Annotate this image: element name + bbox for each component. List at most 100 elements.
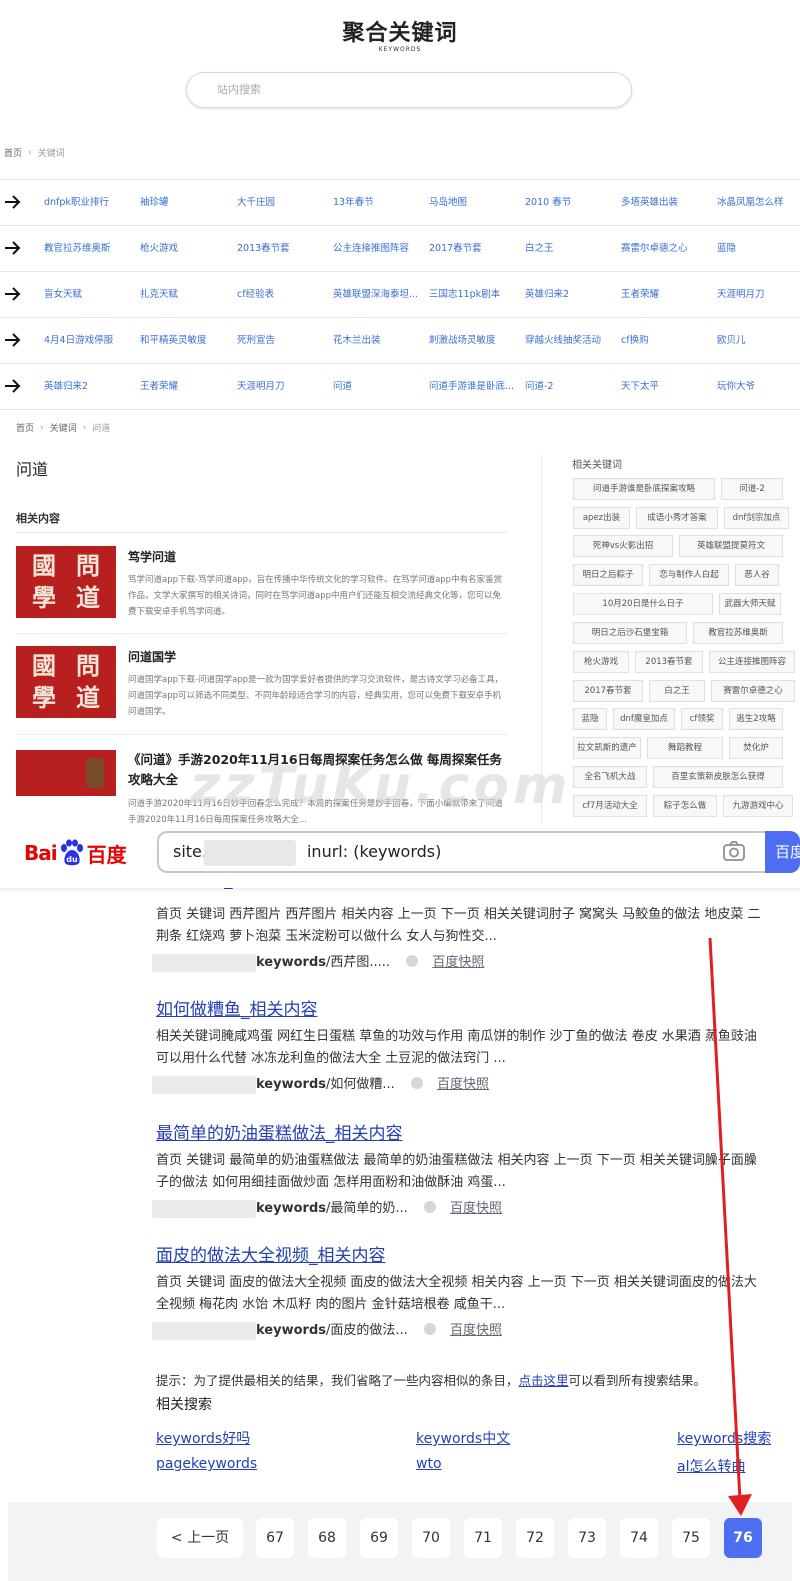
related-keyword-tag[interactable]: 教官拉苏维奥斯 — [693, 622, 783, 644]
site-logo[interactable]: 聚合关键词 KEYWORDS — [0, 20, 800, 54]
keyword-link[interactable]: 盲女天赋 — [44, 272, 132, 318]
article-item[interactable]: 國問 學道 问道国学 问道国学app下载-问道国学app是一款为国学爱好者提供的… — [16, 646, 516, 726]
keyword-link[interactable]: 问道手游谁是卧底... — [429, 364, 517, 410]
snapshot-link[interactable]: 百度快照 — [437, 1077, 489, 1092]
related-keyword-tag[interactable]: 九游游戏中心 — [723, 795, 793, 817]
related-keyword-tag[interactable]: 粽子怎么做 — [653, 795, 717, 817]
related-keyword-tag[interactable]: 舞蹈教程 — [647, 737, 723, 759]
related-keyword-tag[interactable]: dnf魔皇加点 — [613, 708, 675, 730]
keyword-link[interactable]: 英雄联盟深海泰坦... — [333, 272, 421, 318]
prev-page-button[interactable]: < 上一页 — [157, 1518, 243, 1558]
related-keyword-tag[interactable]: 2013春节套 — [635, 651, 703, 673]
keyword-link[interactable]: 天下太平 — [621, 364, 709, 410]
related-keyword-tag[interactable]: 武器大师天赋 — [719, 593, 781, 615]
related-search-link[interactable]: keywords搜索 — [677, 1428, 771, 1448]
keyword-link[interactable]: 赛雷尔卓德之心 — [621, 226, 709, 272]
related-search-link[interactable]: keywords中文 — [416, 1428, 510, 1448]
page-number-button[interactable]: 73 — [568, 1518, 606, 1558]
keyword-link[interactable]: 和平精英灵敏度 — [140, 318, 228, 364]
related-search-link[interactable]: wto — [416, 1456, 442, 1472]
page-number-button[interactable]: 71 — [464, 1518, 502, 1558]
keyword-link[interactable]: cf换购 — [621, 318, 709, 364]
keyword-link[interactable]: 英雄归来2 — [44, 364, 132, 410]
related-keyword-tag[interactable]: 全名飞机大战 — [573, 766, 647, 788]
keyword-link[interactable]: 蓝隐 — [717, 226, 800, 272]
breadcrumb-keywords-link[interactable]: 关键词 — [50, 421, 77, 434]
related-keyword-tag[interactable]: 赛雷尔卓德之心 — [711, 680, 795, 702]
related-keyword-tag[interactable]: 问道手游谁是卧底探案攻略 — [573, 478, 715, 500]
keyword-link[interactable]: 死刑宣告 — [237, 318, 325, 364]
keyword-link[interactable]: dnfpk职业排行 — [44, 180, 132, 226]
keyword-link[interactable]: 刺激战场灵敏度 — [429, 318, 517, 364]
breadcrumb-home-link[interactable]: 首页 — [16, 421, 34, 434]
related-keyword-tag[interactable]: 逃生2攻略 — [729, 708, 783, 730]
keyword-link[interactable]: 王者荣耀 — [140, 364, 228, 410]
baidu-search-button[interactable]: 百度一下 — [765, 831, 800, 873]
page-number-button[interactable]: 74 — [620, 1518, 658, 1558]
result-title[interactable]: 如何做糟鱼_相关内容 — [156, 998, 776, 1022]
keyword-link[interactable]: 公主连接推图阵容 — [333, 226, 421, 272]
related-keyword-tag[interactable]: 明日之后沙石堡宝箱 — [573, 622, 687, 644]
related-keyword-tag[interactable]: apez出装 — [573, 507, 630, 529]
current-page-button[interactable]: 76 — [724, 1518, 762, 1558]
keyword-link[interactable]: 2010 春节 — [525, 180, 613, 226]
snapshot-link[interactable]: 百度快照 — [450, 1201, 502, 1216]
page-number-button[interactable]: 72 — [516, 1518, 554, 1558]
keyword-link[interactable]: 13年春节 — [333, 180, 421, 226]
related-keyword-tag[interactable]: 死神vs火影出招 — [573, 535, 673, 557]
related-keyword-tag[interactable]: 白之王 — [649, 680, 705, 702]
related-keyword-tag[interactable]: 恶人谷 — [735, 564, 779, 586]
keyword-link[interactable]: 2017春节套 — [429, 226, 517, 272]
related-keyword-tag[interactable]: 2017春节套 — [573, 680, 643, 702]
keyword-link[interactable]: 玩你大爷 — [717, 364, 800, 410]
related-keyword-tag[interactable]: 问道-2 — [721, 478, 783, 500]
page-number-button[interactable]: 67 — [256, 1518, 294, 1558]
article-item[interactable]: 國問 學道 笃学问道 笃学问道app下载-笃学问道app，旨在传播中华传统文化的… — [16, 546, 516, 626]
keyword-link[interactable]: 问道-2 — [525, 364, 613, 410]
related-keyword-tag[interactable]: 公主连接推图阵容 — [709, 651, 795, 673]
keyword-link[interactable]: 王者荣耀 — [621, 272, 709, 318]
keyword-link[interactable]: 花木兰出装 — [333, 318, 421, 364]
related-keyword-tag[interactable]: cf7月活动大全 — [573, 795, 647, 817]
related-search-link[interactable]: pagekeywords — [156, 1456, 257, 1472]
related-keyword-tag[interactable]: dnf剑宗加点 — [724, 507, 789, 529]
keyword-link[interactable]: 多塔英雄出装 — [621, 180, 709, 226]
result-title[interactable]: 面皮的做法大全视频_相关内容 — [156, 1244, 776, 1268]
keyword-link[interactable]: 白之王 — [525, 226, 613, 272]
baidu-logo[interactable]: Bai du 百度 — [24, 838, 127, 868]
camera-icon[interactable] — [722, 840, 746, 862]
keyword-link[interactable]: 马岛地图 — [429, 180, 517, 226]
page-number-button[interactable]: 69 — [360, 1518, 398, 1558]
article-thumbnail[interactable]: 國問 學道 — [16, 546, 116, 618]
related-keyword-tag[interactable]: 蓝隐 — [573, 708, 607, 730]
keyword-link[interactable]: 4月4日游戏停服 — [44, 318, 132, 364]
snapshot-link[interactable]: 百度快照 — [450, 1323, 502, 1338]
related-keyword-tag[interactable]: 成语小秀才答案 — [636, 507, 718, 529]
related-keyword-tag[interactable]: cf领奖 — [681, 708, 723, 730]
article-thumbnail[interactable]: 國問 學道 — [16, 646, 116, 718]
snapshot-link[interactable]: 百度快照 — [432, 955, 484, 970]
keyword-link[interactable]: 2013春节套 — [237, 226, 325, 272]
article-thumbnail[interactable] — [16, 750, 116, 796]
related-keyword-tag[interactable]: 枪火游戏 — [573, 651, 629, 673]
related-keyword-tag[interactable]: 10月20日是什么日子 — [573, 593, 713, 615]
page-number-button[interactable]: 75 — [672, 1518, 710, 1558]
keyword-link[interactable]: 三国志11pk剧本 — [429, 272, 517, 318]
show-all-results-link[interactable]: 点击这里 — [519, 1373, 569, 1388]
article-title[interactable]: 问道国学 — [128, 648, 176, 665]
keyword-link[interactable]: 大千庄园 — [237, 180, 325, 226]
keyword-link[interactable]: 穿越火线抽奖活动 — [525, 318, 613, 364]
page-number-button[interactable]: 68 — [308, 1518, 346, 1558]
keyword-link[interactable]: 袖珍罐 — [140, 180, 228, 226]
related-keyword-tag[interactable]: 明日之后粽子 — [573, 564, 643, 586]
keyword-link[interactable]: 天涯明月刀 — [237, 364, 325, 410]
keyword-link[interactable]: cf经验表 — [237, 272, 325, 318]
related-search-link[interactable]: keywords好吗 — [156, 1428, 250, 1448]
related-search-link[interactable]: al怎么转曲 — [677, 1456, 745, 1476]
related-keyword-tag[interactable]: 英雄联盟提莫符文 — [679, 535, 783, 557]
page-number-button[interactable]: 70 — [412, 1518, 450, 1558]
keyword-link[interactable]: 扎克天赋 — [140, 272, 228, 318]
related-keyword-tag[interactable]: 百里玄策新皮肤怎么获得 — [653, 766, 783, 788]
breadcrumb-keywords-link[interactable]: 关键词 — [38, 146, 65, 159]
keyword-link[interactable]: 冰晶凤凰怎么样 — [717, 180, 800, 226]
